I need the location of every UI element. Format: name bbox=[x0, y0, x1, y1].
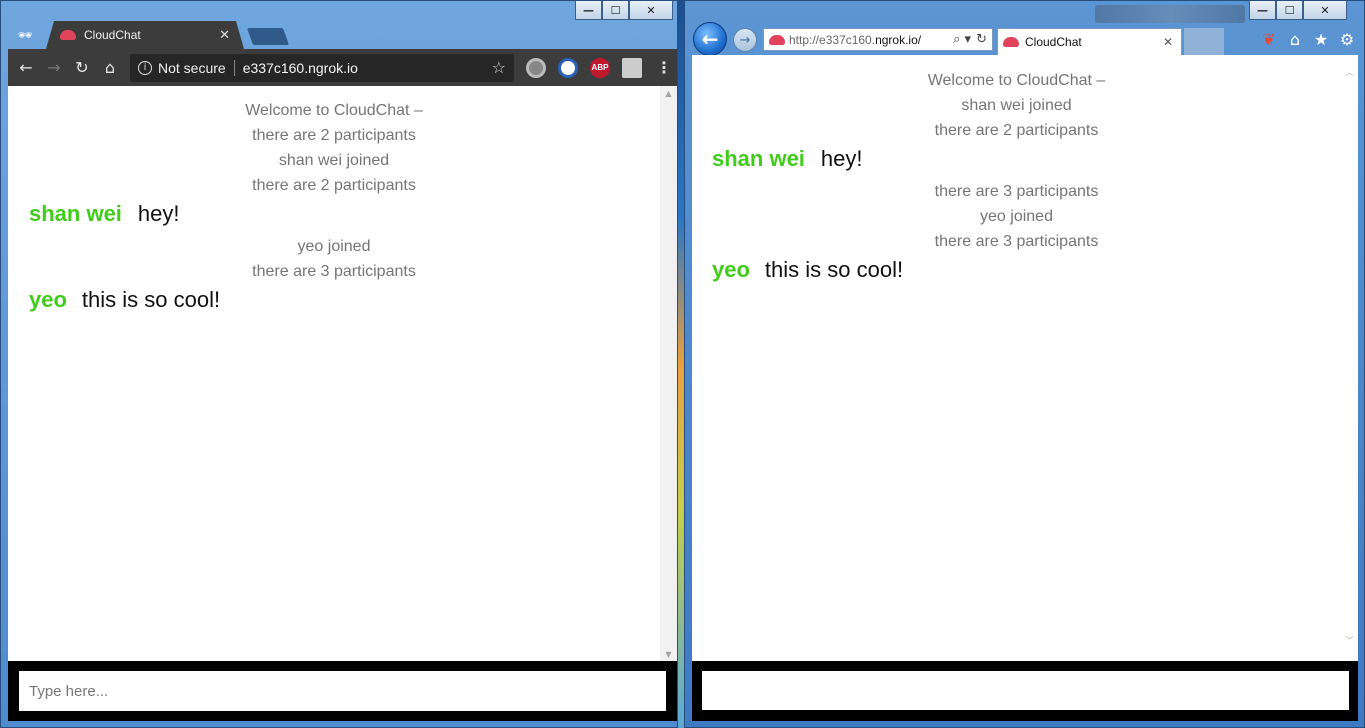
system-line: there are 3 participants bbox=[934, 183, 1099, 200]
ie-command-icons: ❦ ⌂ ★ ⚙ bbox=[1259, 29, 1357, 49]
message-text: this is so cool! bbox=[764, 257, 904, 282]
address-divider bbox=[233, 59, 235, 76]
chat-log: Welcome to CloudChat – there are 2 parti… bbox=[8, 98, 660, 317]
system-line: Welcome to CloudChat – bbox=[245, 102, 423, 119]
cloud-favicon-icon bbox=[1003, 37, 1019, 47]
url-domain: ngrok.io/ bbox=[875, 32, 922, 47]
address-bar[interactable]: i Not secure e337c160.ngrok.io ☆ bbox=[130, 53, 514, 82]
message-username: yeo bbox=[29, 287, 67, 312]
favorites-star-icon[interactable]: ★ bbox=[1311, 29, 1331, 49]
new-tab-button[interactable] bbox=[1184, 28, 1224, 55]
url-prefix: http://e337c160. bbox=[789, 32, 876, 47]
home-icon[interactable]: ⌂ bbox=[96, 54, 124, 82]
message-username: shan wei bbox=[712, 146, 805, 171]
extension-icon[interactable]: ❦ bbox=[1259, 29, 1279, 49]
window-controls: — ☐ ✕ bbox=[1249, 1, 1347, 20]
adblock-plus-icon[interactable]: ABP bbox=[590, 57, 610, 78]
scroll-down-icon[interactable]: ﹀ bbox=[1341, 633, 1358, 647]
system-line: shan wei joined bbox=[278, 152, 390, 169]
message-username: yeo bbox=[712, 257, 750, 282]
vertical-scrollbar[interactable]: ▲ ▼ bbox=[660, 86, 677, 661]
scroll-up-icon[interactable]: ︿ bbox=[1341, 65, 1358, 79]
chat-message: yeo this is so cool! bbox=[29, 287, 660, 317]
minimize-button[interactable]: — bbox=[1249, 1, 1276, 20]
message-username: shan wei bbox=[29, 201, 122, 226]
menu-dots-icon[interactable]: ⋮ bbox=[654, 58, 674, 78]
address-bar[interactable]: http://e337c160.ngrok.io/ ⌕ ▾ ↻ bbox=[763, 28, 993, 51]
system-line: there are 2 participants bbox=[934, 122, 1099, 139]
message-text: this is so cool! bbox=[81, 287, 221, 312]
system-line: Welcome to CloudChat – bbox=[927, 72, 1106, 89]
close-window-button[interactable]: ✕ bbox=[629, 1, 673, 20]
browser-toolbar: ← → ↻ ⌂ i Not secure e337c160.ngrok.io ☆… bbox=[8, 49, 677, 86]
security-label: Not secure bbox=[158, 59, 226, 76]
message-input[interactable] bbox=[702, 671, 1349, 710]
cloud-favicon-icon bbox=[60, 30, 76, 40]
tools-gear-icon[interactable]: ⚙ bbox=[1337, 29, 1357, 49]
new-tab-button[interactable] bbox=[246, 28, 290, 45]
reload-icon[interactable]: ↻ bbox=[68, 54, 96, 82]
close-window-button[interactable]: ✕ bbox=[1303, 1, 1347, 20]
chat-log: Welcome to CloudChat – shan wei joined t… bbox=[692, 68, 1341, 287]
tab-title: CloudChat bbox=[84, 28, 141, 42]
page-viewport: Welcome to CloudChat – shan wei joined t… bbox=[692, 55, 1358, 661]
tab-cloudchat[interactable]: CloudChat ✕ bbox=[997, 28, 1182, 55]
ie-window: — ☐ ✕ ← → http://e337c160.ngrok.io/ ⌕ ▾ … bbox=[684, 0, 1365, 728]
tab-close-icon[interactable]: ✕ bbox=[219, 27, 230, 43]
system-message: shan wei joined there are 2 participants bbox=[8, 148, 660, 198]
page-viewport: Welcome to CloudChat – there are 2 parti… bbox=[8, 86, 677, 661]
message-input[interactable] bbox=[19, 671, 666, 711]
chrome-window: — ☐ ✕ 🕶 CloudChat ✕ ← → ↻ ⌂ i Not secure… bbox=[0, 0, 678, 728]
url-text: http://e337c160.ngrok.io/ bbox=[789, 33, 953, 47]
chat-message: yeo this is so cool! bbox=[712, 257, 1341, 287]
chat-message: shan wei hey! bbox=[29, 201, 660, 231]
system-line: there are 2 participants bbox=[252, 177, 416, 194]
forward-arrow-icon[interactable]: → bbox=[733, 28, 757, 52]
search-dropdown-icon[interactable]: ⌕ ▾ bbox=[953, 32, 971, 47]
back-arrow-icon[interactable]: ← bbox=[693, 22, 727, 56]
incognito-icon: 🕶 bbox=[17, 28, 33, 42]
system-message: there are 3 participants yeo joined ther… bbox=[692, 179, 1341, 254]
url-text: e337c160.ngrok.io bbox=[242, 59, 358, 76]
system-line: yeo joined bbox=[980, 208, 1053, 225]
system-line: shan wei joined bbox=[961, 97, 1072, 114]
cloud-favicon-icon bbox=[769, 34, 785, 45]
tab-title: CloudChat bbox=[1025, 35, 1082, 49]
maximize-button[interactable]: ☐ bbox=[1276, 1, 1303, 20]
scroll-up-icon[interactable]: ▲ bbox=[660, 86, 677, 100]
extension-block-icon[interactable] bbox=[558, 57, 578, 78]
message-text: hey! bbox=[820, 146, 863, 171]
system-line: yeo joined bbox=[297, 238, 371, 255]
window-controls: — ☐ ✕ bbox=[575, 1, 673, 20]
message-input-bar bbox=[692, 661, 1358, 721]
forward-arrow-icon[interactable]: → bbox=[40, 54, 68, 82]
system-line: there are 3 participants bbox=[252, 263, 416, 280]
system-message: Welcome to CloudChat – shan wei joined t… bbox=[692, 68, 1341, 143]
scroll-down-icon[interactable]: ▼ bbox=[660, 647, 677, 661]
system-message: Welcome to CloudChat – there are 2 parti… bbox=[8, 98, 660, 148]
tab-strip: 🕶 CloudChat ✕ bbox=[8, 20, 677, 49]
maximize-button[interactable]: ☐ bbox=[602, 1, 629, 20]
minimize-button[interactable]: — bbox=[575, 1, 602, 20]
tab-close-icon[interactable]: ✕ bbox=[1163, 35, 1173, 49]
vertical-scrollbar[interactable]: ︿ ﹀ bbox=[1341, 55, 1358, 661]
system-line: there are 3 participants bbox=[934, 233, 1099, 250]
refresh-icon[interactable]: ↻ bbox=[976, 32, 987, 47]
back-arrow-icon[interactable]: ← bbox=[12, 54, 40, 82]
tab-cloudchat[interactable]: CloudChat ✕ bbox=[46, 21, 244, 49]
extension-circle-icon[interactable] bbox=[526, 57, 546, 78]
chat-message: shan wei hey! bbox=[712, 146, 1341, 176]
home-icon[interactable]: ⌂ bbox=[1285, 29, 1305, 49]
blurred-status-area bbox=[1095, 5, 1245, 23]
system-line: there are 2 participants bbox=[252, 127, 416, 144]
message-text: hey! bbox=[137, 201, 180, 226]
bookmark-star-icon[interactable]: ☆ bbox=[492, 58, 506, 77]
extension-notes-icon[interactable] bbox=[622, 57, 642, 78]
info-icon[interactable]: i bbox=[138, 60, 152, 75]
message-input-bar bbox=[8, 661, 677, 721]
system-message: yeo joined there are 3 participants bbox=[8, 234, 660, 284]
